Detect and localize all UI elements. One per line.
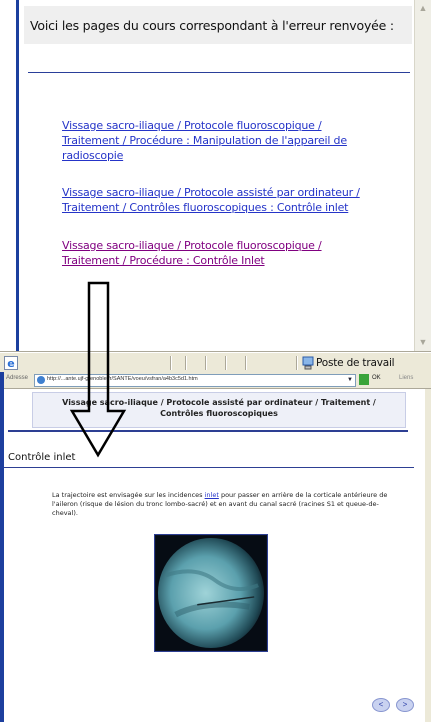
address-bar: Adresse http://...ante.ujf-grenoble.fr/S… — [4, 372, 431, 389]
section-divider — [4, 467, 414, 468]
course-link-controle-inlet-ordinateur[interactable]: Vissage sacro-iliaque / Protocole assist… — [62, 185, 362, 215]
inlet-link[interactable]: inlet — [205, 491, 219, 499]
link-line: Traitement / Procédure : Manipulation de… — [62, 134, 347, 147]
page-icon — [37, 376, 45, 384]
link-line: Traitement / Contrôles fluoroscopiques :… — [62, 201, 349, 214]
status-separator — [296, 356, 297, 370]
link-line: Vissage sacro-iliaque / Protocole assist… — [62, 186, 360, 199]
links-toolbar[interactable]: Liens — [399, 375, 413, 381]
top-browser-window: Voici les pages du cours correspondant à… — [0, 0, 431, 373]
course-link-manipulation[interactable]: Vissage sacro-iliaque / Protocole fluoro… — [62, 118, 362, 163]
go-button[interactable]: OK — [372, 375, 381, 381]
security-zone-label: Poste de travail — [316, 357, 395, 369]
fluoroscopy-image — [154, 534, 268, 652]
breadcrumb-line: Vissage sacro-iliaque / Protocole assist… — [62, 398, 376, 407]
link-line: Vissage sacro-iliaque / Protocole fluoro… — [62, 119, 322, 132]
address-text: http://...ante.ujf-grenoble.fr/SANTE/voe… — [47, 376, 198, 382]
status-separator — [170, 356, 171, 370]
section-title: Contrôle inlet — [8, 452, 76, 463]
breadcrumb-panel: Vissage sacro-iliaque / Protocole assist… — [32, 392, 406, 428]
heading-divider — [28, 72, 410, 73]
address-label: Adresse — [6, 375, 29, 381]
go-arrow-icon[interactable] — [359, 374, 369, 385]
svg-text:e: e — [7, 357, 14, 370]
breadcrumb-divider — [8, 430, 408, 432]
body-text-part: La trajectoire est envisagée sur les inc… — [52, 491, 205, 499]
breadcrumb: Vissage sacro-iliaque / Protocole assist… — [33, 397, 405, 419]
previous-page-button[interactable]: < — [372, 698, 390, 712]
scroll-up-icon[interactable]: ▲ — [417, 2, 429, 14]
vertical-scrollbar[interactable]: ▲ ▼ — [414, 0, 431, 352]
internet-explorer-icon: e — [4, 356, 18, 370]
link-line: Traitement / Procédure : Contrôle Inlet — [62, 254, 265, 267]
status-separator — [225, 356, 226, 370]
fluoroscopy-picture — [156, 536, 266, 650]
status-separator — [185, 356, 186, 370]
my-computer-icon — [302, 356, 314, 370]
status-bar: e Poste de travail — [0, 352, 431, 373]
chevron-down-icon[interactable]: ▼ — [346, 376, 354, 384]
bottom-browser-window: Adresse http://...ante.ujf-grenoble.fr/S… — [0, 372, 431, 722]
page-heading: Voici les pages du cours correspondant à… — [30, 18, 394, 33]
link-line: radioscopie — [62, 149, 124, 162]
breadcrumb-line: Contrôles fluoroscopiques — [160, 409, 278, 418]
status-separator — [245, 356, 246, 370]
bottom-vertical-scrollbar[interactable] — [425, 389, 431, 722]
course-link-controle-inlet-fluoro[interactable]: Vissage sacro-iliaque / Protocole fluoro… — [62, 238, 362, 268]
scroll-down-icon[interactable]: ▼ — [417, 336, 429, 348]
window-left-border — [16, 0, 19, 370]
body-paragraph: La trajectoire est envisagée sur les inc… — [52, 491, 397, 518]
next-page-button[interactable]: > — [396, 698, 414, 712]
status-separator — [205, 356, 206, 370]
address-input[interactable]: http://...ante.ujf-grenoble.fr/SANTE/voe… — [34, 374, 356, 387]
link-line: Vissage sacro-iliaque / Protocole fluoro… — [62, 239, 322, 252]
